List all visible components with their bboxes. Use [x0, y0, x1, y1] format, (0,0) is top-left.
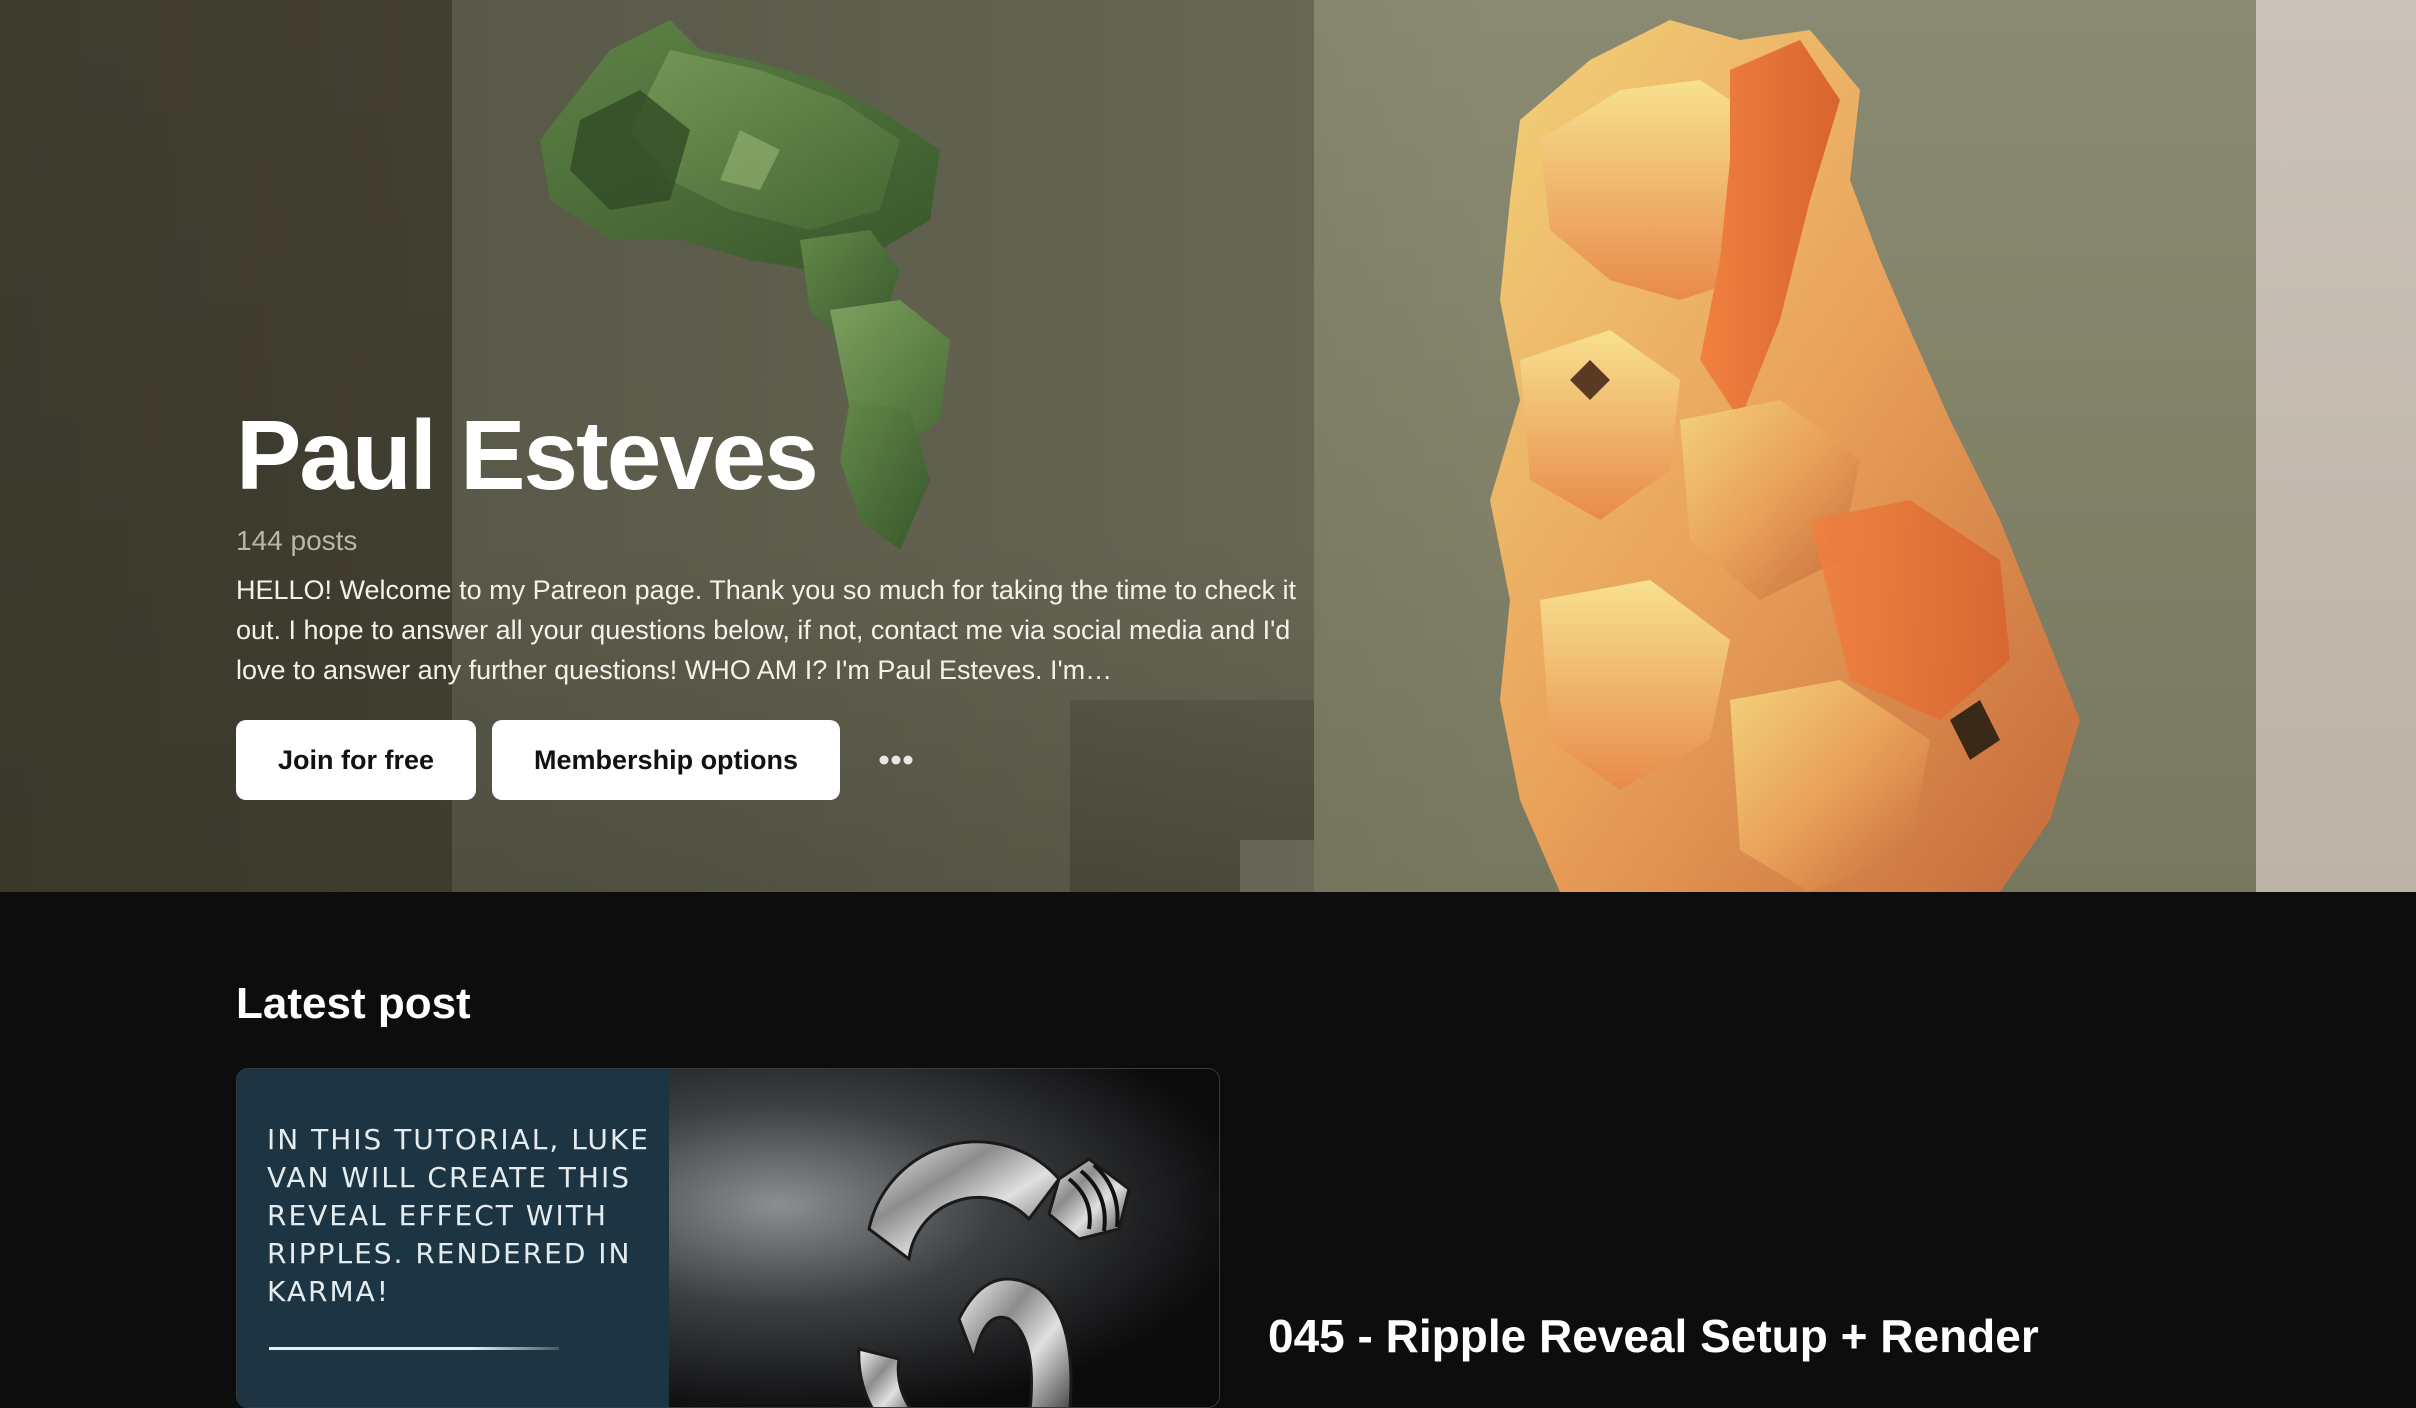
post-thumbnail-text-panel: IN THIS TUTORIAL, LUKE VAN WILL CREATE T…	[237, 1069, 669, 1407]
creator-name: Paul Esteves	[236, 400, 819, 510]
more-horizontal-icon	[879, 755, 913, 765]
creator-bio[interactable]: HELLO! Welcome to my Patreon page. Thank…	[236, 570, 1326, 690]
latest-post-card[interactable]: IN THIS TUTORIAL, LUKE VAN WILL CREATE T…	[236, 1068, 1220, 1408]
hero-banner: Paul Esteves 144 posts HELLO! Welcome to…	[0, 0, 2416, 892]
post-count: 144 posts	[236, 525, 358, 556]
latest-post-heading: Latest post	[236, 979, 471, 1028]
chrome-ring-render	[857, 1140, 1131, 1407]
hero-background-far-right	[2256, 0, 2416, 892]
membership-options-button[interactable]: Membership options	[492, 720, 841, 800]
creator-header: Paul Esteves 144 posts HELLO! Welcome to…	[236, 400, 1336, 800]
orange-paper-sculpture	[1490, 20, 2080, 892]
post-thumbnail-image	[669, 1069, 1219, 1407]
post-thumbnail-caption: IN THIS TUTORIAL, LUKE VAN WILL CREATE T…	[267, 1123, 650, 1308]
join-for-free-button[interactable]: Join for free	[236, 720, 477, 800]
thumbnail-divider	[269, 1347, 559, 1350]
creator-actions: Join for free Membership options	[236, 720, 1336, 800]
more-options-button[interactable]	[856, 720, 936, 800]
latest-post-title[interactable]: 045 - Ripple Reveal Setup + Render	[1268, 1306, 2039, 1366]
